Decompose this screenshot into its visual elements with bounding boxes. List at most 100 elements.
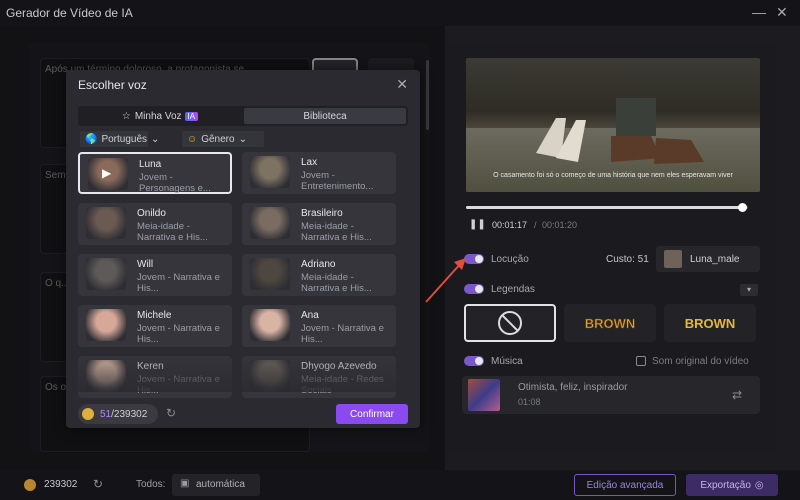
legendas-label: Legendas bbox=[491, 284, 535, 295]
voice-description: Jovem - Narrativa e His... bbox=[301, 323, 384, 345]
voice-name: Luna bbox=[139, 159, 162, 170]
progress-fill bbox=[466, 206, 743, 209]
gender-filter[interactable]: ☺ Gênero ⌄ bbox=[182, 131, 264, 147]
close-window-button[interactable]: ✕ bbox=[776, 4, 788, 21]
window-title: Gerador de Vídeo de IA bbox=[6, 6, 133, 20]
voice-description: Jovem - Narrativa e His... bbox=[137, 323, 220, 345]
tab-library-label: Biblioteca bbox=[303, 110, 347, 122]
progress-bar[interactable] bbox=[466, 203, 748, 212]
export-button[interactable]: Exportação ◎ bbox=[686, 474, 778, 496]
grid-fade bbox=[76, 352, 406, 392]
selected-voice-name: Luna_male bbox=[690, 254, 740, 265]
refresh-icon[interactable]: ↻ bbox=[166, 406, 176, 420]
voice-name: Onildo bbox=[137, 208, 166, 219]
voice-card[interactable]: ▶ Luna Jovem - Personagens e... bbox=[78, 152, 232, 194]
minimize-button[interactable]: — bbox=[752, 4, 766, 20]
voice-description: Jovem - Personagens e... bbox=[139, 172, 211, 194]
voice-avatar bbox=[664, 250, 682, 268]
style-brown-plain[interactable]: BROWN bbox=[664, 304, 756, 342]
credits-total: /239302 bbox=[111, 408, 148, 420]
video-caption: O casamento foi só o começo de uma histó… bbox=[493, 172, 733, 179]
voice-name: Ana bbox=[301, 310, 319, 321]
style-brown-outline[interactable]: BROWN bbox=[564, 304, 656, 342]
language-label: Português bbox=[101, 133, 148, 145]
close-icon[interactable]: ✕ bbox=[396, 76, 408, 93]
voice-card[interactable]: Onildo Meia-idade - Narrativa e His... bbox=[78, 203, 232, 245]
voice-card[interactable]: Brasileiro Meia-idade - Narrativa e His..… bbox=[242, 203, 396, 245]
credits-used: 51 bbox=[100, 408, 112, 420]
advanced-edit-button[interactable]: Edição avançada bbox=[574, 474, 676, 496]
voice-avatar bbox=[250, 258, 290, 290]
coin-icon bbox=[24, 479, 36, 491]
credits-pill: 51/239302 bbox=[78, 404, 158, 424]
time-current: 00:01:17 bbox=[492, 220, 528, 230]
confirm-button[interactable]: Confirmar bbox=[336, 404, 408, 424]
voice-avatar bbox=[250, 309, 290, 341]
person-icon: ☺ bbox=[187, 133, 198, 145]
advanced-label: Edição avançada bbox=[586, 479, 664, 491]
voice-name: Brasileiro bbox=[301, 208, 343, 219]
todos-label: Todos: bbox=[136, 479, 166, 490]
voice-tabs: ☆ Minha Voz IA Biblioteca bbox=[78, 106, 408, 126]
style-label: BROWN bbox=[684, 315, 736, 331]
voice-avatar bbox=[86, 258, 126, 290]
auto-button[interactable]: ▣ automática bbox=[172, 474, 260, 496]
voice-avatar bbox=[250, 207, 290, 239]
voice-name: Will bbox=[137, 259, 154, 270]
music-duration: 01:08 bbox=[518, 397, 541, 407]
coin-icon bbox=[82, 408, 94, 420]
gender-label: Gênero bbox=[201, 133, 235, 145]
music-card[interactable]: Otimista, feliz, inspirador 01:08 ⇄ bbox=[462, 376, 760, 414]
voice-description: Jovem - Narrativa e His... bbox=[137, 272, 220, 294]
voice-dialog: Escolher voz ✕ ☆ Minha Voz IA Biblioteca… bbox=[66, 70, 420, 428]
voice-description: Meia-idade - Narrativa e His... bbox=[301, 221, 372, 243]
chevron-down-icon: ⌄ bbox=[151, 133, 160, 145]
pause-icon[interactable]: ❚❚ bbox=[469, 219, 486, 230]
cost-label: Custo: 51 bbox=[606, 254, 649, 265]
voice-name: Lax bbox=[301, 157, 318, 168]
video-preview[interactable]: O casamento foi só o começo de uma histó… bbox=[466, 58, 760, 192]
locucao-label: Locução bbox=[491, 254, 529, 265]
confirm-label: Confirmar bbox=[350, 408, 394, 420]
chevron-down-icon: ⌄ bbox=[238, 133, 247, 145]
style-label: BROWN bbox=[584, 315, 636, 331]
original-sound-checkbox[interactable] bbox=[636, 356, 646, 366]
star-icon: ☆ bbox=[121, 110, 131, 122]
voice-card[interactable]: Ana Jovem - Narrativa e His... bbox=[242, 305, 396, 347]
dialog-title: Escolher voz bbox=[78, 78, 147, 92]
voice-name: Michele bbox=[137, 310, 172, 321]
voice-card[interactable]: Michele Jovem - Narrativa e His... bbox=[78, 305, 232, 347]
voice-avatar bbox=[86, 207, 126, 239]
selected-voice-chip[interactable]: Luna_male bbox=[656, 246, 760, 272]
style-none[interactable] bbox=[464, 304, 556, 342]
image-icon: ▣ bbox=[180, 478, 190, 489]
credits-balance: 239302 bbox=[44, 479, 78, 490]
music-title: Otimista, feliz, inspirador bbox=[518, 382, 628, 393]
refresh-icon[interactable]: ↻ bbox=[93, 477, 103, 491]
title-bar: Gerador de Vídeo de IA bbox=[0, 0, 800, 26]
tab-my-voice-label: Minha Voz bbox=[134, 110, 182, 122]
none-icon bbox=[498, 311, 522, 335]
voice-description: Jovem - Entretenimento... bbox=[301, 170, 374, 192]
play-icon[interactable]: ▶ bbox=[102, 166, 111, 180]
voice-name: Adriano bbox=[301, 259, 336, 270]
voice-card[interactable]: Adriano Meia-idade - Narrativa e His... bbox=[242, 254, 396, 296]
voice-description: Meia-idade - Narrativa e His... bbox=[137, 221, 208, 243]
voice-card[interactable]: Lax Jovem - Entretenimento... bbox=[242, 152, 396, 194]
tab-library[interactable]: Biblioteca bbox=[244, 108, 406, 124]
export-label: Exportação bbox=[700, 479, 751, 491]
musica-toggle[interactable] bbox=[464, 356, 484, 366]
swap-icon[interactable]: ⇄ bbox=[732, 388, 742, 402]
time-separator: / bbox=[534, 220, 537, 230]
target-icon: ◎ bbox=[754, 479, 764, 491]
voice-avatar bbox=[86, 309, 126, 341]
chevron-down-icon[interactable]: ▾ bbox=[740, 284, 758, 296]
voice-avatar bbox=[250, 156, 290, 188]
language-filter[interactable]: 🌎 Português ⌄ bbox=[80, 131, 159, 147]
voice-card[interactable]: Will Jovem - Narrativa e His... bbox=[78, 254, 232, 296]
arrow-annotation bbox=[425, 258, 466, 303]
time-total: 00:01:20 bbox=[542, 220, 578, 230]
globe-icon: 🌎 bbox=[85, 133, 98, 145]
ia-badge: IA bbox=[184, 111, 199, 121]
tab-my-voice[interactable]: ☆ Minha Voz IA bbox=[80, 108, 240, 124]
